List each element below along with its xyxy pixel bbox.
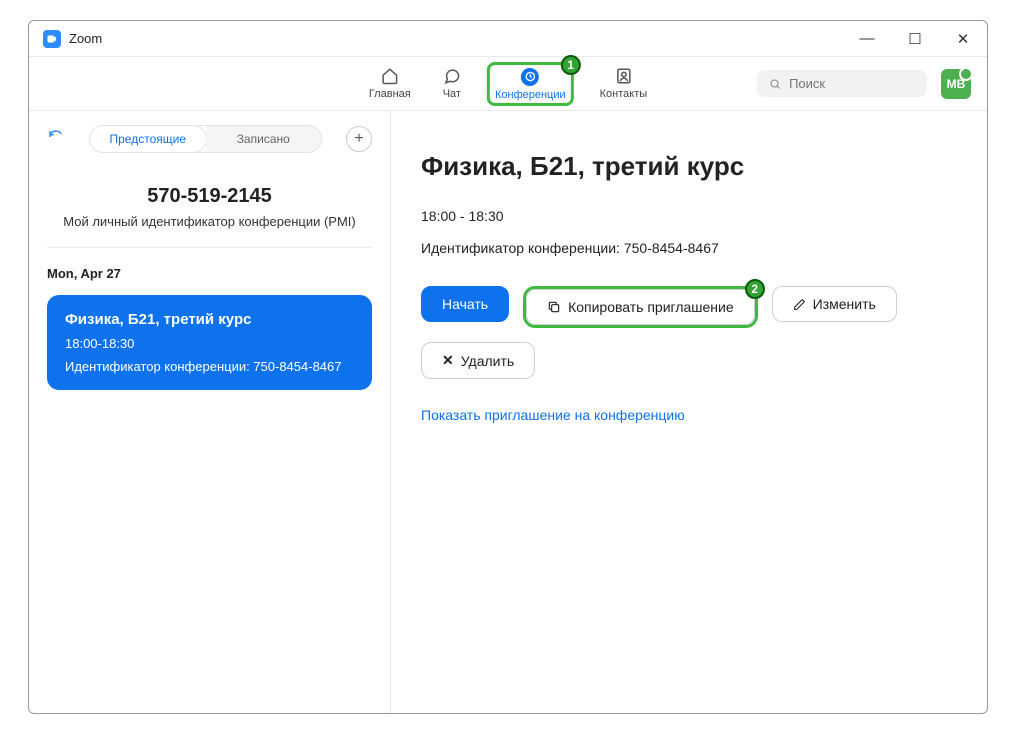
pmi-number: 570-519-2145 <box>47 185 372 208</box>
body-area: Предстоящие Записано + 570-519-2145 Мой … <box>29 111 987 713</box>
meeting-time: 18:00 - 18:30 <box>421 208 957 224</box>
segment-control: Предстоящие Записано <box>89 125 322 153</box>
main-panel: Физика, Б21, третий курс 18:00 - 18:30 И… <box>391 111 987 713</box>
meeting-title: Физика, Б21, третий курс <box>421 151 957 182</box>
sidebar-top: Предстоящие Записано + <box>47 125 372 153</box>
meeting-id-line: Идентификатор конференции: 750-8454-8467 <box>421 240 957 256</box>
delete-button[interactable]: ✕ Удалить <box>421 342 535 379</box>
minimize-button[interactable]: — <box>857 30 877 48</box>
card-title: Физика, Б21, третий курс <box>65 311 354 328</box>
search-icon <box>769 77 781 91</box>
copy-icon <box>547 300 561 314</box>
top-nav: Главная Чат 1 Конференции Контакты <box>29 57 987 111</box>
tab-upcoming[interactable]: Предстоящие <box>90 126 206 152</box>
nav-home-label: Главная <box>369 88 411 100</box>
search-box[interactable] <box>757 70 927 97</box>
pencil-icon <box>793 298 806 311</box>
add-meeting-button[interactable]: + <box>346 126 372 152</box>
card-id: Идентификатор конференции: 750-8454-8467 <box>65 359 354 374</box>
edit-button[interactable]: Изменить <box>772 286 897 322</box>
title-bar: Zoom — ☐ ✕ <box>29 21 987 57</box>
nav-contacts[interactable]: Контакты <box>594 62 654 106</box>
meeting-card[interactable]: Физика, Б21, третий курс 18:00-18:30 Иде… <box>47 295 372 390</box>
button-row: Начать 2 Копировать приглашение Изменить… <box>421 286 957 379</box>
nav-chat[interactable]: Чат <box>437 62 467 106</box>
pmi-label: Мой личный идентификатор конференции (PM… <box>47 214 372 229</box>
start-button[interactable]: Начать <box>421 286 509 322</box>
search-input[interactable] <box>789 76 915 91</box>
copy-invite-button[interactable]: Копировать приглашение <box>526 289 755 325</box>
chat-icon <box>443 66 461 86</box>
zoom-app-icon <box>43 30 61 48</box>
window-controls: — ☐ ✕ <box>857 30 973 48</box>
nav-meetings-label: Конференции <box>495 89 566 101</box>
show-invite-link[interactable]: Показать приглашение на конференцию <box>421 407 957 423</box>
date-label: Mon, Apr 27 <box>47 266 372 281</box>
x-icon: ✕ <box>442 352 454 369</box>
refresh-icon[interactable] <box>47 128 65 151</box>
start-button-label: Начать <box>442 296 488 312</box>
nav-contacts-label: Контакты <box>600 88 648 100</box>
contacts-icon <box>614 66 632 86</box>
copy-invite-highlight: 2 Копировать приглашение <box>523 286 758 328</box>
nav-center: Главная Чат 1 Конференции Контакты <box>363 62 653 106</box>
app-title: Zoom <box>69 31 102 46</box>
nav-meetings[interactable]: 1 Конференции <box>487 62 574 106</box>
nav-right: МВ <box>757 69 971 99</box>
avatar[interactable]: МВ <box>941 69 971 99</box>
annotation-badge-2: 2 <box>745 279 765 299</box>
card-time: 18:00-18:30 <box>65 336 354 351</box>
nav-home[interactable]: Главная <box>363 62 417 106</box>
nav-chat-label: Чат <box>443 88 461 100</box>
tab-recorded[interactable]: Записано <box>206 126 322 152</box>
clock-icon <box>521 67 539 87</box>
edit-button-label: Изменить <box>813 296 876 312</box>
sidebar: Предстоящие Записано + 570-519-2145 Мой … <box>29 111 391 713</box>
pmi-block[interactable]: 570-519-2145 Мой личный идентификатор ко… <box>47 175 372 248</box>
delete-button-label: Удалить <box>461 353 514 369</box>
annotation-badge-1: 1 <box>561 55 581 75</box>
app-window: Zoom — ☐ ✕ Главная Чат 1 <box>28 20 988 714</box>
copy-invite-label: Копировать приглашение <box>568 299 734 315</box>
maximize-button[interactable]: ☐ <box>905 30 925 48</box>
home-icon <box>381 66 399 86</box>
close-button[interactable]: ✕ <box>953 30 973 48</box>
